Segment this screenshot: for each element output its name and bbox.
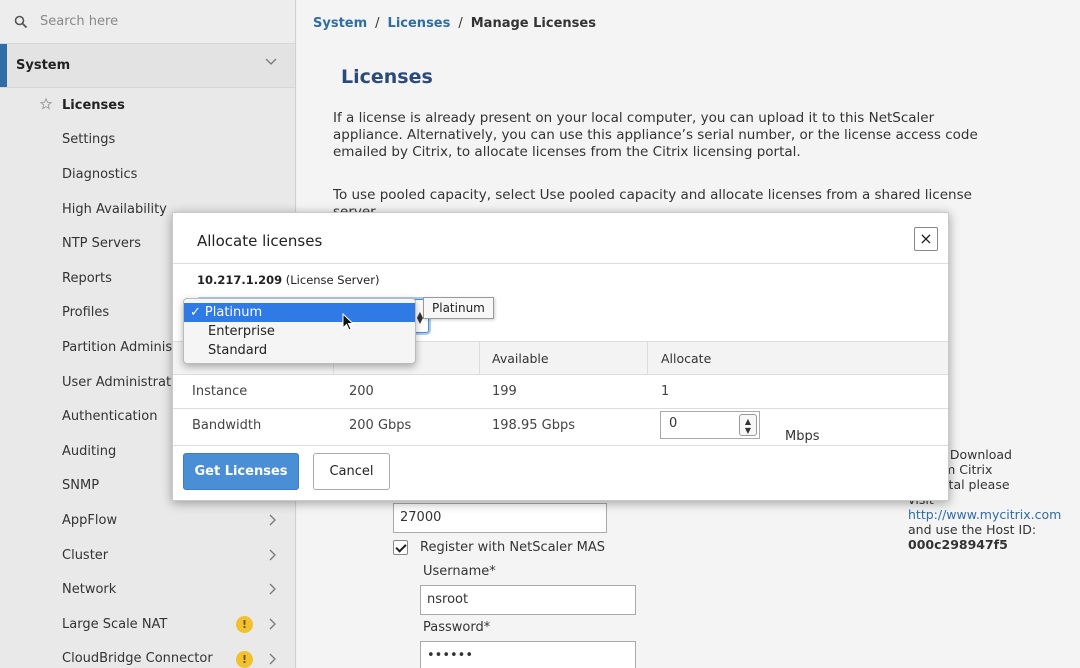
chevron-right-icon [269,514,277,530]
row-total: 200 Gbps [349,418,412,433]
cancel-button[interactable]: Cancel [313,453,390,490]
breadcrumb: System / Licenses / Manage Licenses [313,16,596,31]
username-label: Username* [423,564,496,579]
sidebar-item-label: Cluster [62,547,109,563]
close-icon[interactable]: × [914,227,938,251]
star-icon[interactable] [39,97,53,114]
username-input[interactable]: nsroot [420,585,636,615]
sidebar-item-cloudbridge-connector[interactable]: CloudBridge Connector! [0,642,295,668]
license-server-label: 10.217.1.209 (License Server) [197,273,379,287]
help-text: and use the Host ID: [908,522,1037,537]
sidebar-section-system[interactable]: System [0,44,295,88]
password-label: Password* [423,620,491,635]
sidebar-item-label: Authentication [62,409,158,425]
sidebar-item-label: SNMP [62,478,100,494]
dropdown-option-platinum[interactable]: ✓ Platinum [184,303,415,322]
sidebar-item-label: Network [62,582,117,598]
sidebar-item-licenses[interactable]: Licenses [0,88,295,123]
dropdown-option-standard[interactable]: Standard [184,341,415,360]
mycitrix-link[interactable]: http://www.mycitrix.com [908,507,1061,522]
search-bar[interactable]: Search here [0,0,295,44]
dropdown-option-enterprise[interactable]: Enterprise [184,322,415,341]
row-available: 198.95 Gbps [492,418,575,433]
sidebar-item-label: Settings [62,132,116,148]
license-server-suffix: (License Server) [285,273,380,287]
sidebar-item-label: CloudBridge Connector [62,651,213,667]
breadcrumb-system[interactable]: System [313,16,367,31]
license-server-ip: 10.217.1.209 [197,273,283,287]
edition-dropdown-menu: ✓ Platinum Enterprise Standard [183,298,416,364]
breadcrumb-sep: / [458,16,463,31]
bandwidth-allocate-value: 0 [669,416,678,431]
register-mas-row[interactable]: Register with NetScaler MAS [393,540,605,555]
sidebar-item-label: NTP Servers [62,236,142,252]
intro-text: If a license is already present on your … [333,110,978,160]
column-header-available: Available [492,351,549,366]
sidebar-item-large-scale-nat[interactable]: Large Scale NAT! [0,607,295,642]
row-allocate: 1 [661,384,670,399]
sidebar-item-settings[interactable]: Settings [0,123,295,158]
chevron-right-icon [269,549,277,565]
sidebar-item-network[interactable]: Network [0,572,295,607]
register-mas-checkbox[interactable] [393,540,408,555]
register-mas-label: Register with NetScaler MAS [420,540,606,555]
password-input[interactable]: •••••• [420,641,636,668]
sidebar-section-label: System [16,58,71,73]
breadcrumb-licenses[interactable]: Licenses [388,16,451,31]
host-id: 000c298947f5 [908,537,1008,552]
sidebar-item-label: Profiles [62,305,110,321]
breadcrumb-sep: / [375,16,380,31]
sidebar-item-label: Reports [62,270,112,286]
sidebar-item-appflow[interactable]: AppFlow [0,503,295,538]
get-licenses-button[interactable]: Get Licenses [183,453,299,490]
page-title: Licenses [341,66,433,88]
search-icon [14,15,28,28]
search-input[interactable]: Search here [40,14,118,29]
sidebar-item-label: Auditing [62,443,117,459]
row-available: 199 [492,384,517,399]
row-total: 200 [349,384,374,399]
chevron-right-icon [269,618,277,634]
dialog-title: Allocate licenses [197,232,323,250]
row-name: Bandwidth [192,418,262,433]
checkmark-icon: ✓ [190,305,201,320]
chevron-down-icon [265,58,277,65]
divider [173,263,948,264]
divider [173,445,948,446]
sidebar-item-cluster[interactable]: Cluster [0,538,295,573]
chevron-right-icon [269,583,277,599]
chevron-right-icon [269,653,277,668]
bandwidth-allocate-input[interactable]: 0 ▲ ▼ [660,411,760,439]
row-name: Instance [192,384,248,399]
table-row: Bandwidth 200 Gbps 198.95 Gbps [173,409,948,443]
license-server-port-input[interactable]: 27000 [393,503,607,533]
stepper-arrows-icon[interactable]: ▲ ▼ [739,414,757,436]
sidebar-item-label: Licenses [62,97,125,113]
warning-icon: ! [236,650,253,668]
column-separator [479,342,480,374]
sidebar-item-label: High Availability [62,201,167,217]
warning-icon: ! [236,615,253,633]
sidebar-item-label: AppFlow [62,512,118,528]
column-header-allocate: Allocate [661,351,712,366]
mouse-cursor-icon [342,313,355,331]
column-separator [647,342,648,374]
edition-tooltip: Platinum [423,297,494,319]
sidebar-item-label: Diagnostics [62,166,138,182]
table-row: Instance 200 199 1 [173,375,948,409]
sidebar-item-label: Large Scale NAT [62,616,168,632]
unit-label: Mbps [785,429,820,444]
sidebar-item-diagnostics[interactable]: Diagnostics [0,157,295,192]
breadcrumb-current: Manage Licenses [470,16,596,31]
